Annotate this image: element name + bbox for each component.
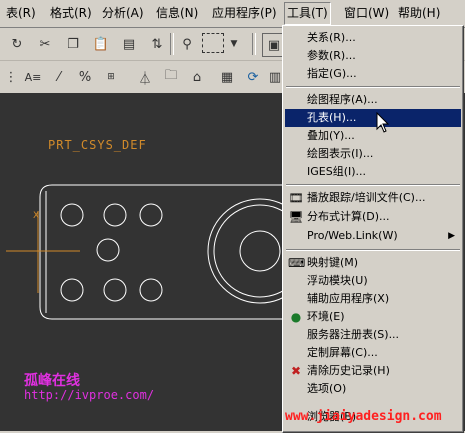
computer-icon: 🖥 (288, 210, 304, 224)
menu-table[interactable]: 表(R) (4, 3, 38, 24)
tools-dropdown-menu: 关系(R)... 参数(R)... 指定(G)... 绘图程序(A)... 孔表… (282, 25, 464, 433)
geometry-icon[interactable]: ⌂ (186, 66, 208, 88)
submenu-arrow-icon: ▶ (448, 231, 455, 241)
mouse-cursor-icon (376, 112, 390, 133)
cut-icon[interactable]: ✂ (34, 33, 56, 55)
menu-item-drawing-program[interactable]: 绘图程序(A)... (285, 91, 461, 109)
toolbar-separator (170, 33, 174, 55)
regenerate-icon[interactable]: ⇅ (146, 33, 168, 55)
menu-separator (286, 184, 460, 186)
menu-separator (286, 249, 460, 251)
menu-item-parameters[interactable]: 参数(R)... (285, 47, 461, 65)
globe-icon: ● (290, 310, 302, 324)
menu-item-customize-screen[interactable]: 定制屏幕(C)... (285, 344, 461, 362)
refresh-icon[interactable]: ⟳ (242, 66, 264, 88)
menu-item-relations[interactable]: 关系(R)... (285, 29, 461, 47)
menu-info[interactable]: 信息(N) (154, 3, 200, 24)
paste-icon[interactable]: 📋 (90, 33, 112, 55)
grid-icon[interactable]: ⋮ (0, 66, 22, 88)
redo-icon[interactable]: ↻ (6, 33, 28, 55)
menu-bar: 表(R) 格式(R) 分析(A) 信息(N) 应用程序(P) 工具(T) 窗口(… (0, 0, 465, 28)
menu-format[interactable]: 格式(R) (48, 3, 94, 24)
menu-item-overlay[interactable]: 叠加(Y)... (285, 127, 461, 145)
select-box-icon[interactable] (202, 33, 224, 53)
folder-icon[interactable]: 🗀 (160, 66, 182, 88)
dimension-icon[interactable]: ⁄ (48, 66, 70, 88)
menu-analysis[interactable]: 分析(A) (100, 3, 146, 24)
chevron-down-icon[interactable]: ▼ (228, 33, 240, 55)
watermark-url: http://ivproe.com/ (24, 388, 155, 402)
menu-item-play-trail[interactable]: 🎞 播放跟踪/培训文件(C)... (285, 189, 461, 207)
note-icon[interactable]: A≡ (22, 66, 44, 88)
menu-tools[interactable]: 工具(T) (284, 2, 331, 25)
menu-item-mapkeys[interactable]: ⌨ 映射键(M) (285, 254, 461, 272)
menu-window[interactable]: 窗口(W) (342, 3, 391, 24)
clear-history-icon: ✖ (290, 364, 302, 378)
paste-special-icon[interactable]: ▤ (118, 33, 140, 55)
menu-item-designate[interactable]: 指定(G)... (285, 65, 461, 83)
watermark-site-name: 孤峰在线 (24, 373, 80, 389)
menu-separator (286, 86, 460, 88)
menu-item-drawing-representation[interactable]: 绘图表示(I)... (285, 145, 461, 163)
menu-item-iges-group[interactable]: IGES组(I)... (285, 163, 461, 181)
menu-item-pro-web-link[interactable]: Pro/Web.Link(W) ▶ (285, 227, 461, 245)
menu-item-environment[interactable]: ● 环境(E) (285, 308, 461, 326)
menu-item-auxiliary-applications[interactable]: 辅助应用程序(X) (285, 290, 461, 308)
axis-label: X (33, 211, 40, 221)
menu-applications[interactable]: 应用程序(P) (210, 3, 279, 24)
table-icon[interactable]: ▦ (216, 66, 238, 88)
menu-item-hole-table[interactable]: 孔表(H)... (285, 109, 461, 127)
menu-item-clear-history[interactable]: ✖ 清除历史记录(H) (285, 362, 461, 380)
menu-item-server-registry[interactable]: 服务器注册表(S)... (285, 326, 461, 344)
mapkey-icon: ⌨ (288, 256, 306, 270)
copy-icon[interactable]: ❐ (62, 33, 84, 55)
menu-item-distributed-computing[interactable]: 🖥 分布式计算(D)... (285, 208, 461, 226)
binoculars-icon[interactable]: ⚲ (176, 33, 198, 55)
trail-icon: 🎞 (288, 191, 304, 205)
csys-label: PRT_CSYS_DEF (48, 138, 147, 152)
table-insert-icon[interactable]: ⊞ (100, 66, 122, 88)
menu-help[interactable]: 帮助(H) (396, 3, 442, 24)
toolbar-separator (252, 33, 256, 55)
datum-icon[interactable]: ⏃ (134, 66, 156, 88)
symbol-icon[interactable]: % (74, 66, 96, 88)
watermark-brand: www.jiaiyadesign.com (285, 409, 442, 424)
menu-item-floating-modules[interactable]: 浮动模块(U) (285, 272, 461, 290)
menu-item-options[interactable]: 选项(O) (285, 380, 461, 398)
